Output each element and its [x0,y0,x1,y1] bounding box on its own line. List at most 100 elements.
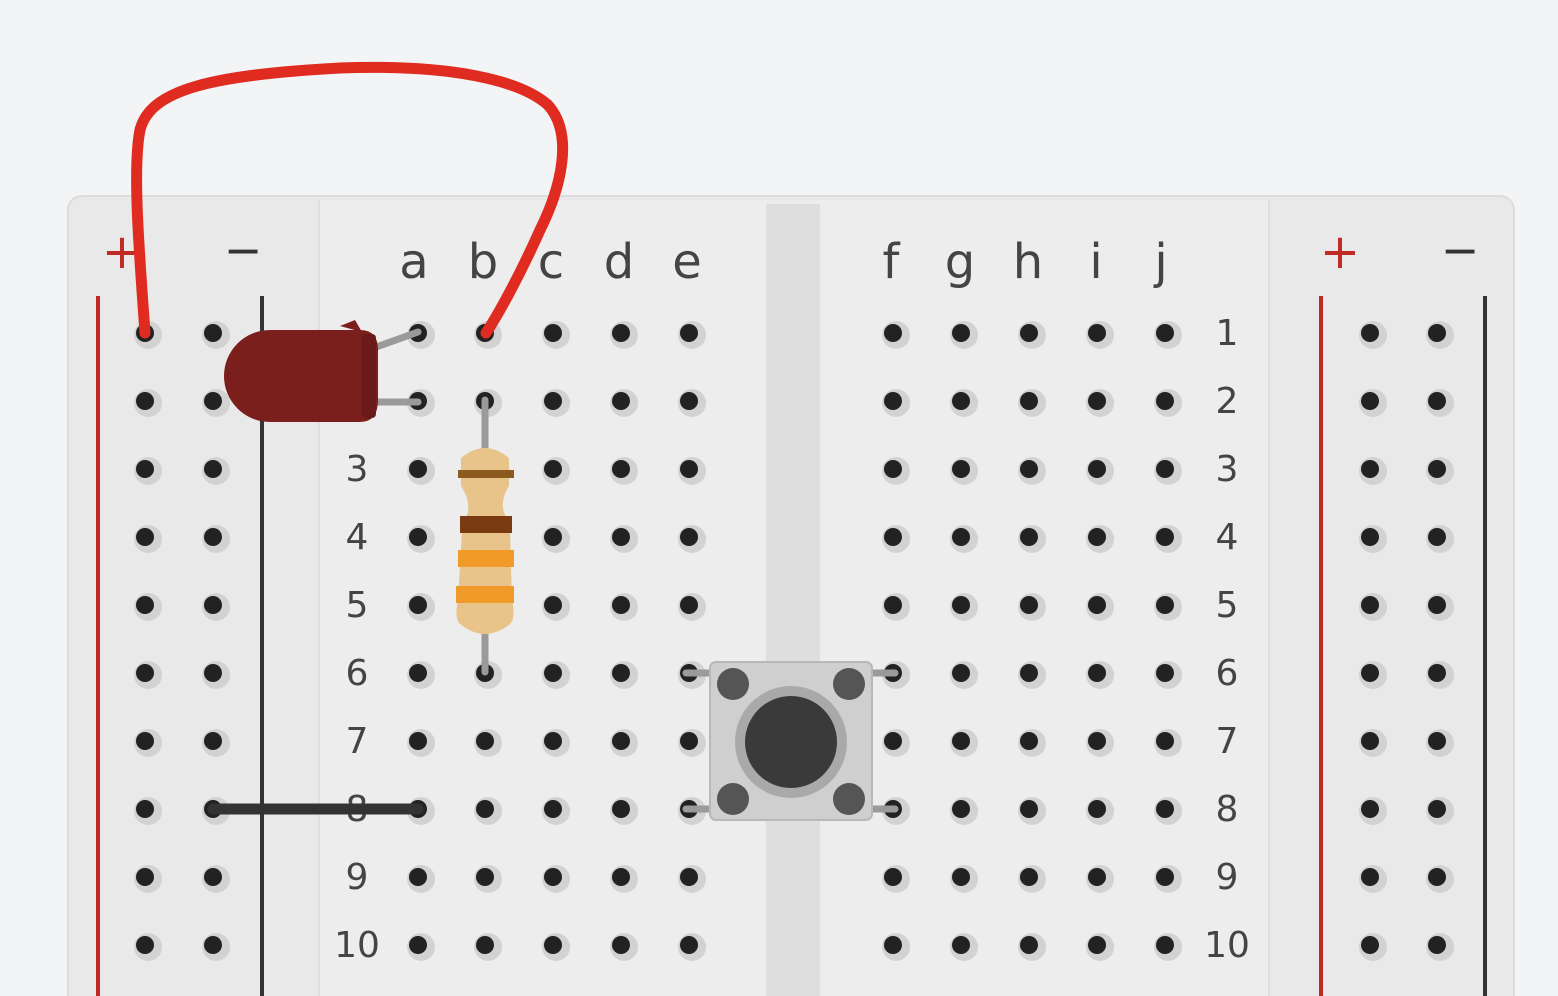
breadboard-hole[interactable] [1020,528,1038,546]
breadboard-hole[interactable] [1361,664,1379,682]
breadboard-hole[interactable] [204,868,222,886]
breadboard-hole[interactable] [680,936,698,954]
breadboard-hole[interactable] [1088,868,1106,886]
breadboard-hole[interactable] [1361,460,1379,478]
breadboard-hole[interactable] [544,936,562,954]
breadboard-hole[interactable] [204,392,222,410]
breadboard-hole[interactable] [1361,732,1379,750]
breadboard-hole[interactable] [476,868,494,886]
breadboard-hole[interactable] [1088,800,1106,818]
breadboard-hole[interactable] [680,732,698,750]
breadboard-hole[interactable] [884,732,902,750]
breadboard-hole[interactable] [544,324,562,342]
breadboard-hole[interactable] [884,460,902,478]
breadboard-hole[interactable] [204,324,222,342]
breadboard-hole[interactable] [1428,460,1446,478]
breadboard-hole[interactable] [204,936,222,954]
breadboard-hole[interactable] [1088,664,1106,682]
breadboard-hole[interactable] [1020,664,1038,682]
breadboard-hole[interactable] [1156,392,1174,410]
push-button[interactable] [682,661,899,821]
breadboard-hole[interactable] [612,868,630,886]
breadboard-hole[interactable] [1361,800,1379,818]
breadboard-hole[interactable] [544,392,562,410]
breadboard-hole[interactable] [1361,392,1379,410]
breadboard-hole[interactable] [1156,868,1174,886]
breadboard-hole[interactable] [680,324,698,342]
breadboard-hole[interactable] [409,732,427,750]
breadboard-hole[interactable] [1428,324,1446,342]
breadboard-canvas[interactable]: + − + − a b c d e f g h i j 3 4 5 6 7 8 … [0,0,1558,996]
breadboard-hole[interactable] [136,800,154,818]
breadboard-hole[interactable] [544,596,562,614]
breadboard-hole[interactable] [544,460,562,478]
breadboard-hole[interactable] [1361,528,1379,546]
breadboard-hole[interactable] [544,868,562,886]
breadboard-hole[interactable] [952,392,970,410]
breadboard-hole[interactable] [680,596,698,614]
breadboard-hole[interactable] [544,664,562,682]
breadboard-hole[interactable] [136,732,154,750]
breadboard-hole[interactable] [409,528,427,546]
breadboard-hole[interactable] [1020,800,1038,818]
breadboard-hole[interactable] [1020,324,1038,342]
breadboard-hole[interactable] [1088,460,1106,478]
breadboard-hole[interactable] [612,936,630,954]
breadboard-hole[interactable] [952,664,970,682]
breadboard-hole[interactable] [1156,460,1174,478]
breadboard-hole[interactable] [884,324,902,342]
breadboard-hole[interactable] [952,528,970,546]
breadboard-hole[interactable] [1428,664,1446,682]
breadboard-hole[interactable] [1020,868,1038,886]
breadboard-hole[interactable] [680,868,698,886]
breadboard-hole[interactable] [409,868,427,886]
breadboard-hole[interactable] [952,936,970,954]
breadboard-hole[interactable] [1361,324,1379,342]
breadboard-hole[interactable] [1088,528,1106,546]
breadboard-hole[interactable] [952,460,970,478]
breadboard-hole[interactable] [1088,936,1106,954]
breadboard-hole[interactable] [136,664,154,682]
breadboard-hole[interactable] [1088,732,1106,750]
breadboard-hole[interactable] [136,936,154,954]
breadboard-hole[interactable] [1020,460,1038,478]
breadboard-hole[interactable] [1156,596,1174,614]
breadboard-hole[interactable] [476,936,494,954]
breadboard-hole[interactable] [612,732,630,750]
breadboard-hole[interactable] [612,596,630,614]
button-cap[interactable] [745,696,837,788]
breadboard-hole[interactable] [1428,800,1446,818]
breadboard-hole[interactable] [952,868,970,886]
breadboard-hole[interactable] [1428,936,1446,954]
breadboard-hole[interactable] [1156,936,1174,954]
breadboard-hole[interactable] [409,664,427,682]
breadboard-hole[interactable] [884,528,902,546]
breadboard-hole[interactable] [476,800,494,818]
breadboard-hole[interactable] [952,732,970,750]
breadboard-hole[interactable] [612,528,630,546]
breadboard-hole[interactable] [1156,732,1174,750]
breadboard-hole[interactable] [612,460,630,478]
breadboard-hole[interactable] [136,596,154,614]
breadboard-hole[interactable] [1156,800,1174,818]
breadboard-hole[interactable] [204,596,222,614]
breadboard-hole[interactable] [1156,528,1174,546]
breadboard-hole[interactable] [1020,936,1038,954]
breadboard-hole[interactable] [680,460,698,478]
breadboard-hole[interactable] [544,528,562,546]
breadboard-hole[interactable] [1020,596,1038,614]
breadboard-hole[interactable] [136,460,154,478]
breadboard-hole[interactable] [544,800,562,818]
breadboard-hole[interactable] [1428,596,1446,614]
breadboard-hole[interactable] [612,800,630,818]
breadboard-hole[interactable] [136,528,154,546]
breadboard-hole[interactable] [409,596,427,614]
breadboard-hole[interactable] [409,460,427,478]
breadboard-hole[interactable] [204,460,222,478]
breadboard-hole[interactable] [204,664,222,682]
breadboard-hole[interactable] [409,936,427,954]
breadboard-hole[interactable] [136,868,154,886]
breadboard-hole[interactable] [1088,596,1106,614]
breadboard-hole[interactable] [1088,324,1106,342]
breadboard-hole[interactable] [1361,868,1379,886]
